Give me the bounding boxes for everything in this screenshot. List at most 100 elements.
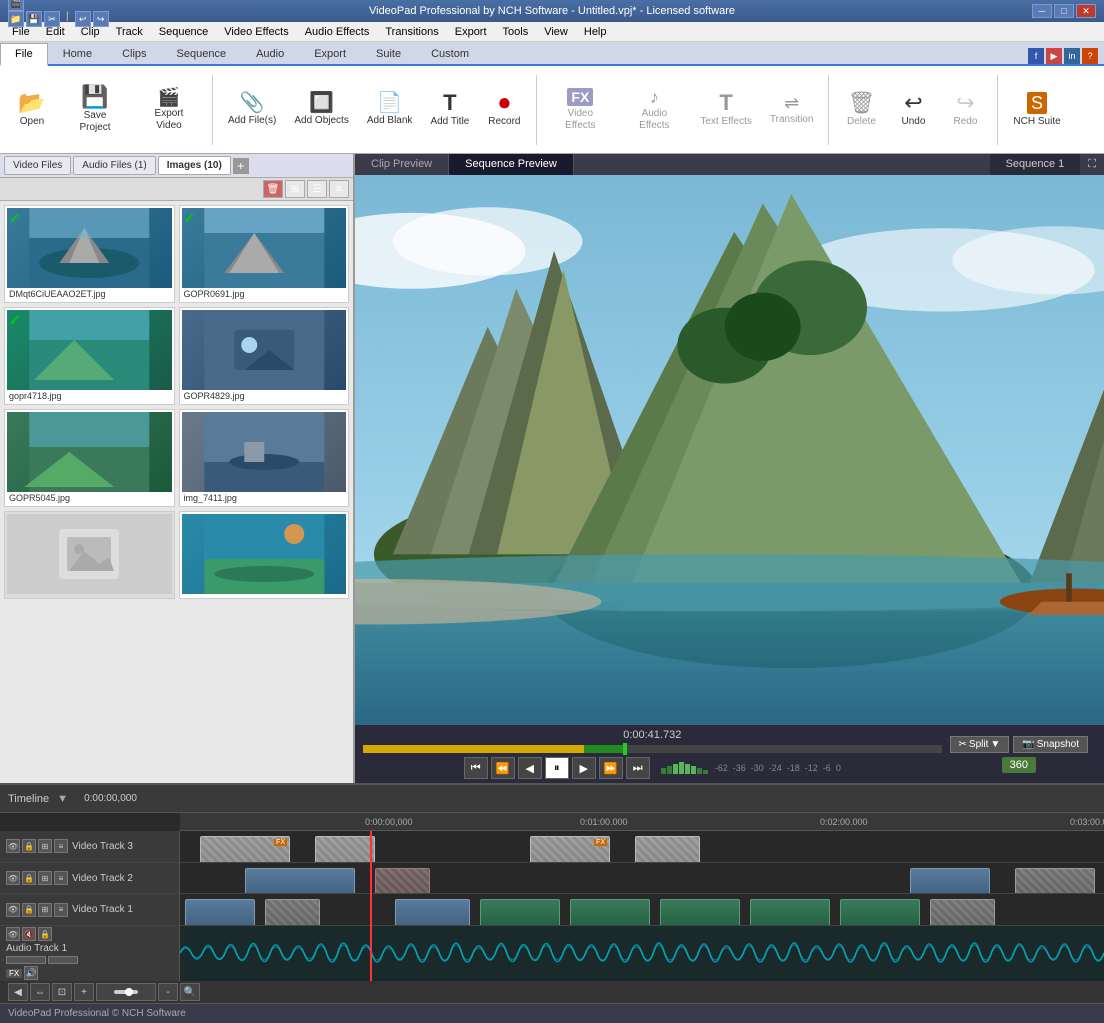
tab-sequence[interactable]: Sequence bbox=[162, 43, 242, 64]
menu-video-effects[interactable]: Video Effects bbox=[216, 24, 296, 40]
track-1-clip-4[interactable] bbox=[480, 899, 560, 925]
audio-fx-button[interactable]: FX bbox=[6, 969, 22, 978]
track-1-eye-icon[interactable]: 👁 bbox=[6, 903, 20, 917]
audio-track-1-area[interactable] bbox=[180, 926, 1104, 981]
timeline-expand-icon[interactable]: ⇔ bbox=[30, 983, 50, 1001]
export-video-button[interactable]: 🎬 Export Video bbox=[134, 71, 204, 149]
grid-view-button[interactable]: ⊞ bbox=[285, 180, 305, 198]
track-1-grid-icon[interactable]: ⊞ bbox=[38, 903, 52, 917]
tab-clips[interactable]: Clips bbox=[107, 43, 161, 64]
track-2-grid-icon[interactable]: ⊞ bbox=[38, 871, 52, 885]
track-1-clip-1[interactable]: FX bbox=[185, 899, 255, 925]
timeline-fit-icon[interactable]: ⊡ bbox=[52, 983, 72, 1001]
timeline-zoom-out[interactable]: - bbox=[158, 983, 178, 1001]
video-effects-button[interactable]: FX Video Effects bbox=[545, 71, 615, 149]
nch-suite-button[interactable]: S NCH Suite bbox=[1006, 71, 1067, 149]
undo-button[interactable]: ↩ Undo bbox=[889, 71, 937, 149]
timeline-nav-left[interactable]: ◀ bbox=[8, 983, 28, 1001]
text-effects-button[interactable]: T Text Effects bbox=[693, 71, 759, 149]
split-button[interactable]: ✂ Split ▼ bbox=[950, 736, 1010, 753]
add-objects-button[interactable]: 🔲 Add Objects bbox=[287, 71, 355, 149]
delete-media-button[interactable]: 🗑 bbox=[263, 180, 283, 198]
social-icon-3[interactable]: in bbox=[1064, 48, 1080, 64]
tab-audio-files[interactable]: Audio Files (1) bbox=[73, 156, 155, 175]
menu-sequence[interactable]: Sequence bbox=[151, 24, 217, 40]
transition-button[interactable]: ⇌ Transition bbox=[763, 71, 821, 149]
menu-audio-effects[interactable]: Audio Effects bbox=[297, 24, 378, 40]
track-1-clip-5[interactable] bbox=[570, 899, 650, 925]
tab-export[interactable]: Export bbox=[299, 43, 361, 64]
timeline-zoom-slider[interactable] bbox=[96, 983, 156, 1001]
menu-clip[interactable]: Clip bbox=[73, 24, 108, 40]
help-icon[interactable]: ? bbox=[1082, 48, 1098, 64]
add-blank-button[interactable]: 📄 Add Blank bbox=[360, 71, 420, 149]
track-1-clip-3[interactable]: FX bbox=[395, 899, 470, 925]
skip-to-start-button[interactable]: ⏮ bbox=[464, 757, 488, 779]
track-3-clip-1[interactable]: FX bbox=[200, 836, 290, 862]
audio-track-lock-icon[interactable]: 🔒 bbox=[38, 927, 52, 941]
media-item-7[interactable] bbox=[4, 511, 175, 599]
social-icon-1[interactable]: f bbox=[1028, 48, 1044, 64]
track-1-more-icon[interactable]: ≡ bbox=[54, 903, 68, 917]
media-item-5[interactable]: GOPR5045.jpg bbox=[4, 409, 175, 507]
maximize-button[interactable]: □ bbox=[1054, 4, 1074, 18]
clip-preview-tab[interactable]: Clip Preview bbox=[355, 154, 449, 175]
add-title-button[interactable]: T Add Title bbox=[423, 71, 476, 149]
menu-file[interactable]: File bbox=[4, 24, 38, 40]
tab-home[interactable]: Home bbox=[48, 43, 107, 64]
open-button[interactable]: 📂 Open bbox=[8, 71, 56, 149]
track-1-clip-6[interactable] bbox=[660, 899, 740, 925]
track-2-more-icon[interactable]: ≡ bbox=[54, 871, 68, 885]
track-3-clip-2[interactable] bbox=[315, 836, 375, 862]
detail-view-button[interactable]: ≡ bbox=[329, 180, 349, 198]
track-1-clip-8[interactable] bbox=[840, 899, 920, 925]
timeline-zoom-in[interactable]: + bbox=[74, 983, 94, 1001]
play-button[interactable]: ▶ bbox=[572, 757, 596, 779]
menu-track[interactable]: Track bbox=[108, 24, 151, 40]
menu-transitions[interactable]: Transitions bbox=[377, 24, 446, 40]
video-track-1-area[interactable]: FX FX bbox=[180, 894, 1104, 925]
rewind-button[interactable]: ◀ bbox=[518, 757, 542, 779]
audio-track-mic-icon[interactable]: 🔇 bbox=[22, 927, 36, 941]
track-3-clip-4[interactable] bbox=[635, 836, 700, 862]
track-2-clip-4[interactable] bbox=[1015, 868, 1095, 894]
track-2-clip-3[interactable]: FX bbox=[910, 868, 990, 894]
tab-custom[interactable]: Custom bbox=[416, 43, 484, 64]
track-3-lock-icon[interactable]: 🔒 bbox=[22, 839, 36, 853]
menu-edit[interactable]: Edit bbox=[38, 24, 73, 40]
delete-button[interactable]: 🗑 Delete bbox=[837, 71, 885, 149]
minimize-button[interactable]: ─ bbox=[1032, 4, 1052, 18]
snapshot-button[interactable]: 📷 Snapshot bbox=[1013, 736, 1088, 753]
expand-preview-button[interactable]: ⛶ bbox=[1080, 154, 1104, 175]
video-track-3-area[interactable]: FX FX bbox=[180, 831, 1104, 862]
sequence-preview-tab[interactable]: Sequence Preview bbox=[449, 154, 574, 175]
audio-volume-slider[interactable] bbox=[6, 956, 46, 964]
save-button[interactable]: 💾 Save Project bbox=[60, 71, 130, 149]
track-2-eye-icon[interactable]: 👁 bbox=[6, 871, 20, 885]
audio-pan-slider[interactable] bbox=[48, 956, 78, 964]
menu-help[interactable]: Help bbox=[576, 24, 615, 40]
vr360-button[interactable]: 360 bbox=[1002, 757, 1036, 773]
close-button[interactable]: ✕ bbox=[1076, 4, 1096, 18]
track-3-more-icon[interactable]: ≡ bbox=[54, 839, 68, 853]
menu-tools[interactable]: Tools bbox=[495, 24, 537, 40]
tab-file[interactable]: File bbox=[0, 43, 48, 66]
track-2-clip-2[interactable] bbox=[375, 868, 430, 894]
add-tab-button[interactable]: + bbox=[233, 158, 249, 174]
previous-frame-button[interactable]: ⏪ bbox=[491, 757, 515, 779]
tab-images[interactable]: Images (10) bbox=[158, 156, 231, 175]
media-item-3[interactable]: ✓ gopr4718.jpg bbox=[4, 307, 175, 405]
pause-button[interactable]: ⏸ bbox=[545, 757, 569, 779]
track-2-lock-icon[interactable]: 🔒 bbox=[22, 871, 36, 885]
tab-audio[interactable]: Audio bbox=[241, 43, 299, 64]
media-item-1[interactable]: ✓ DMqt6CiUEAAO2ET.jpg bbox=[4, 205, 175, 303]
social-icon-2[interactable]: ▶ bbox=[1046, 48, 1062, 64]
audio-mute-button[interactable]: 🔊 bbox=[24, 966, 38, 980]
tab-suite[interactable]: Suite bbox=[361, 43, 416, 64]
list-view-button[interactable]: ☰ bbox=[307, 180, 327, 198]
tab-video-files[interactable]: Video Files bbox=[4, 156, 71, 175]
split-dropdown-icon[interactable]: ▼ bbox=[990, 739, 1000, 750]
media-item-6[interactable]: img_7411.jpg bbox=[179, 409, 350, 507]
audio-effects-button[interactable]: ♪ Audio Effects bbox=[619, 71, 689, 149]
progress-bar[interactable] bbox=[363, 745, 942, 753]
